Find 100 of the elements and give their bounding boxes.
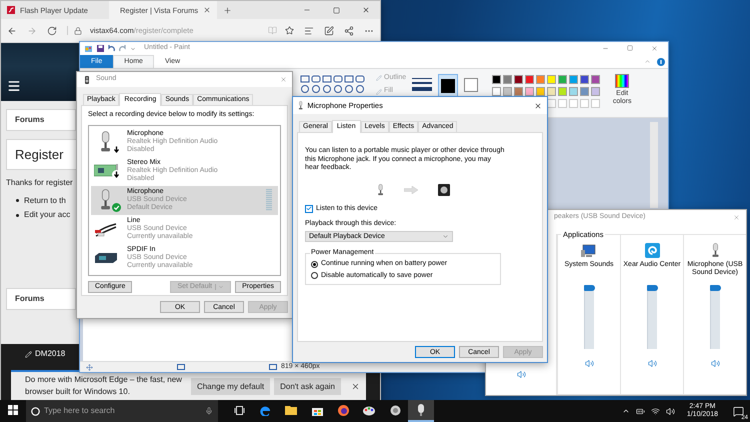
microphone-icon	[710, 243, 720, 258]
monitor-speaker-icon	[581, 244, 597, 258]
edge-icon	[260, 404, 270, 416]
refresh-icon[interactable]	[47, 26, 57, 36]
back-icon[interactable]	[7, 26, 17, 36]
palette-swatch[interactable]	[558, 87, 568, 96]
outline-icon	[376, 75, 382, 82]
palette-swatch[interactable]	[580, 75, 590, 84]
palette-swatch[interactable]	[525, 87, 534, 96]
line-size-icon[interactable]	[412, 78, 432, 92]
cursor-position-icon	[86, 364, 93, 370]
bullet-text: Return to th	[24, 196, 66, 206]
volume-icon[interactable]	[666, 406, 675, 416]
page-heading: Register	[15, 146, 64, 162]
pencil-icon	[25, 350, 32, 358]
volume-slider[interactable]	[584, 285, 594, 349]
fox-globe-icon	[338, 404, 348, 416]
palette-swatch[interactable]	[547, 75, 556, 84]
palette-swatch[interactable]	[591, 87, 600, 96]
notification-message: Do more with Microsoft Edge – the fast, new browser built for Windows 10.	[25, 374, 183, 398]
taskbar-app-button[interactable]	[408, 400, 434, 422]
close-icon[interactable]	[203, 6, 212, 14]
digital-input-box-icon	[94, 252, 118, 264]
help-icon[interactable]	[657, 58, 665, 66]
bullet-icon	[16, 214, 19, 217]
hub-icon[interactable]	[304, 26, 314, 36]
microphone-icon	[417, 404, 425, 416]
canvas-size-icon	[269, 364, 277, 370]
speaker-volume-icon[interactable]	[584, 359, 594, 368]
scrollbar[interactable]	[650, 122, 658, 208]
windows-logo-icon	[8, 405, 18, 415]
taskbar-search-field[interactable]: Type here to search	[26, 400, 218, 422]
microphone-icon	[99, 131, 113, 154]
new-tab-icon[interactable]	[223, 6, 232, 14]
palette-swatch[interactable]	[536, 87, 546, 96]
speaker-volume-icon[interactable]	[516, 370, 526, 379]
maximize-icon[interactable]	[627, 45, 633, 51]
microphone-icon	[99, 189, 113, 212]
save-icon[interactable]	[97, 45, 104, 52]
collapse-icon[interactable]	[644, 58, 651, 65]
palette-swatch[interactable]	[591, 75, 600, 84]
wifi-icon[interactable]	[650, 406, 660, 416]
microphone-icon	[298, 101, 304, 110]
color-two-selector[interactable]	[464, 78, 478, 92]
level-meter-drawing	[266, 189, 272, 212]
close-icon[interactable]	[534, 102, 542, 110]
palette-swatch[interactable]	[525, 75, 534, 84]
lock-icon	[74, 26, 82, 34]
sound-card-icon	[94, 164, 118, 178]
microphone-icon	[377, 184, 384, 196]
palette-swatch[interactable]	[569, 75, 578, 84]
tray-expand-icon[interactable]	[622, 407, 630, 415]
web-note-icon[interactable]	[324, 26, 334, 36]
checkmark-icon	[306, 205, 312, 212]
menu-icon[interactable]	[7, 79, 21, 93]
favorite-star-icon[interactable]	[285, 26, 294, 35]
share-icon[interactable]	[344, 26, 354, 36]
paint-logo-icon	[84, 44, 93, 52]
notification-button[interactable]: Change my default	[190, 378, 270, 394]
audio-cable-icon	[94, 221, 118, 238]
right-arrow-icon	[404, 186, 418, 194]
palette-swatch[interactable]	[547, 87, 556, 96]
speaker-icon	[82, 74, 92, 84]
disabled-arrow-badge-icon	[112, 145, 121, 154]
notification-button[interactable]: Don't ask again	[274, 378, 341, 394]
palette-swatch[interactable]	[514, 75, 524, 84]
paint-palette-icon	[363, 404, 375, 416]
fill-icon	[376, 88, 382, 95]
breadcrumb-link[interactable]: Forums	[6, 109, 76, 131]
redo-icon[interactable]	[119, 45, 126, 52]
palette-swatch[interactable]	[492, 75, 502, 84]
disabled-arrow-badge-icon	[112, 170, 121, 180]
volume-slider[interactable]	[710, 285, 720, 349]
speaker-volume-icon[interactable]	[710, 359, 720, 368]
maximize-icon[interactable]	[333, 6, 340, 14]
speaker-volume-icon[interactable]	[648, 359, 656, 368]
close-icon[interactable]	[362, 6, 370, 14]
battery-icon[interactable]	[636, 406, 645, 416]
volume-slider[interactable]	[647, 285, 657, 349]
palette-swatch[interactable]	[558, 75, 568, 84]
bullet-icon	[16, 199, 19, 202]
search-icon	[31, 406, 40, 416]
palette-swatch[interactable]	[503, 87, 512, 96]
palette-swatch[interactable]	[514, 87, 524, 96]
palette-swatch[interactable]	[580, 87, 590, 96]
palette-swatch[interactable]	[492, 87, 502, 96]
speaker-dome-icon	[390, 404, 400, 416]
microphone-icon[interactable]	[205, 407, 213, 415]
selection-size-icon	[177, 364, 185, 370]
undo-icon[interactable]	[108, 45, 115, 52]
close-icon[interactable]	[351, 382, 360, 390]
palette-swatch[interactable]	[569, 87, 578, 96]
palette-swatch[interactable]	[503, 75, 512, 84]
color-one-selector[interactable]	[438, 74, 458, 98]
breadcrumb-link[interactable]: Forums	[6, 288, 76, 310]
folder-icon	[285, 405, 297, 415]
speaker-box-icon	[438, 184, 450, 196]
swirl-app-icon	[644, 243, 660, 258]
flash-icon	[7, 6, 15, 14]
palette-swatch[interactable]	[536, 75, 546, 84]
